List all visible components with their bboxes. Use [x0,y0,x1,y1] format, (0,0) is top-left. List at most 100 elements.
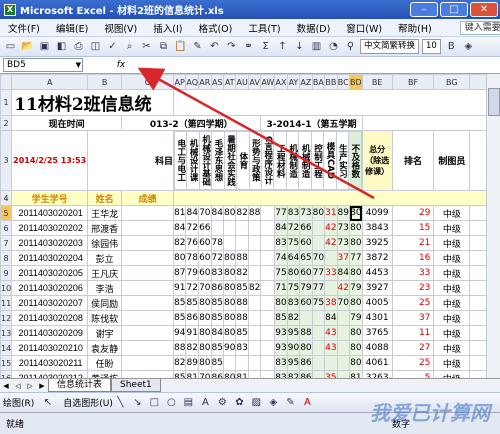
grade-cell[interactable]: 89 [336,205,351,221]
grade-cell[interactable]: 79 [349,310,363,326]
term-four-header[interactable]: 013-2（第四学期） [121,115,262,131]
column-header[interactable]: BF [391,74,435,90]
student-name-cell[interactable]: 王华龙 [87,205,123,221]
student-name-cell[interactable]: 王凡庆 [87,265,123,281]
score-cell[interactable] [121,280,174,296]
grade-cell[interactable]: 66 [198,220,212,236]
score-cell[interactable] [121,325,174,341]
grade-cell[interactable] [260,310,276,326]
picture-icon[interactable]: ▨ [249,395,264,410]
grade-cell[interactable]: 84 [210,325,224,341]
grade-cell[interactable]: 83 [274,355,288,371]
grade-cell[interactable]: 33 [324,265,338,281]
grade-cell[interactable] [311,355,326,371]
diagram-icon[interactable]: ⚙ [215,395,230,410]
total-score-cell[interactable]: 4061 [361,355,393,371]
grade-cell[interactable]: 70 [336,295,351,311]
column-header[interactable]: BD [349,74,363,90]
grade-cell[interactable]: 87 [172,265,187,281]
draftsman-level-cell[interactable]: 中级 [433,295,471,311]
grade-cell[interactable]: 91 [172,280,187,296]
now-time-label[interactable]: 现在时间 [11,115,123,131]
draftsman-level-cell[interactable]: 中级 [433,310,471,326]
subject-header[interactable]: 机械设计基础 [198,131,213,190]
grade-cell[interactable]: 90 [222,340,237,356]
last-sheet-icon[interactable]: ▶ [36,382,48,390]
subject-header[interactable]: 生产实习 [335,131,350,190]
grade-cell[interactable]: 88 [299,325,313,341]
score-cell[interactable] [121,355,174,371]
grade-cell[interactable]: 80 [299,340,313,356]
oval-icon[interactable]: ○ [164,395,179,410]
grade-cell[interactable]: 77 [349,250,363,266]
print-icon[interactable]: ⎙ [71,39,86,54]
grade-cell[interactable]: 78 [185,250,200,266]
score-cell[interactable] [121,295,174,311]
grade-cell[interactable]: 71 [274,280,288,296]
drawing-icon[interactable]: ◔ [326,39,341,54]
grade-cell[interactable] [222,220,237,236]
grade-cell[interactable]: 70 [311,250,326,266]
grade-cell[interactable]: 42 [324,220,338,236]
grade-cell[interactable]: 60 [299,235,313,251]
subject-header[interactable]: 形势与政策 [248,131,263,190]
grade-cell[interactable]: 80 [222,205,237,221]
cell[interactable] [361,115,500,131]
grade-cell[interactable]: 84 [324,310,338,326]
score-header[interactable]: 成绩 [121,190,174,206]
column-header[interactable]: AQ [185,74,200,90]
grade-cell[interactable]: 80 [222,280,237,296]
rank-cell[interactable]: 29 [391,205,435,221]
grade-cell[interactable]: 86 [185,310,200,326]
grade-cell[interactable]: 75 [274,265,288,281]
grade-cell[interactable] [247,250,262,266]
draftsman-level-cell[interactable]: 中级 [433,340,471,356]
grade-cell[interactable]: 80 [274,295,288,311]
row-header[interactable]: 13 [0,325,13,341]
draftsman-level-cell[interactable]: 中级 [433,265,471,281]
row-header[interactable]: 10 [0,280,13,296]
score-cell[interactable] [121,220,174,236]
fill-color-draw-icon[interactable]: ◈ [266,395,281,410]
row-header[interactable]: 5 [0,205,13,221]
score-cell[interactable] [121,265,174,281]
zoom-icon[interactable]: ⚲ [343,39,358,54]
grade-cell[interactable] [336,310,351,326]
grade-cell[interactable] [324,250,338,266]
student-id-cell[interactable]: 2011403020211 [11,355,89,371]
bold-icon[interactable]: B [444,39,459,54]
grade-cell[interactable] [235,220,249,236]
tab-sheet1[interactable]: Sheet1 [111,379,161,392]
grade-cell[interactable]: 80 [349,325,363,341]
rank-cell[interactable]: 27 [391,340,435,356]
menu-edit[interactable]: 编辑(E) [48,21,96,35]
draftsman-level-cell[interactable]: 中级 [433,250,471,266]
grade-cell[interactable]: 80 [198,310,212,326]
grade-cell[interactable]: 83 [286,295,301,311]
line-icon[interactable]: ╲ [113,395,128,410]
subject-header[interactable]: 控制工程 [310,131,325,190]
subject-header[interactable]: 体育 [236,131,250,190]
minimize-button[interactable]: – [410,2,438,17]
student-id-cell[interactable]: 2011403020209 [11,325,89,341]
grade-cell[interactable]: 42 [336,280,351,296]
row-header[interactable]: 2 [0,115,13,131]
grade-cell[interactable]: 82 [286,310,301,326]
grade-cell[interactable]: 72 [210,250,224,266]
grade-cell[interactable] [311,220,326,236]
rank-cell[interactable]: 21 [391,235,435,251]
draftsman-level-cell[interactable]: 中级 [433,325,471,341]
grade-cell[interactable]: 60 [198,250,212,266]
student-id-header[interactable]: 学生学号 [11,190,89,206]
format-painter-icon[interactable]: ✎ [190,39,205,54]
spreadsheet-table[interactable]: A B C AP AQ AR AS AT AU AV AW AX AY AZ B… [0,74,500,389]
total-score-cell[interactable]: 3843 [361,220,393,236]
column-header[interactable]: AU [235,74,249,90]
rank-header[interactable]: 排名 [391,130,435,191]
grade-cell[interactable]: 73 [336,235,351,251]
grade-cell[interactable]: 85 [210,295,224,311]
row-header[interactable]: 11 [0,295,13,311]
row-header[interactable]: 15 [0,355,13,371]
grade-cell[interactable]: 80 [349,235,363,251]
grade-cell[interactable]: 66 [299,220,313,236]
